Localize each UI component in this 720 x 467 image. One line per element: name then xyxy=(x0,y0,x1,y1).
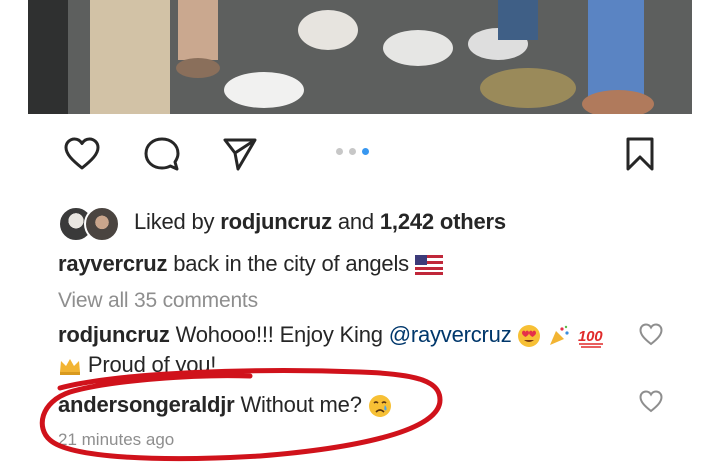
likes-joiner: and xyxy=(337,209,374,234)
comment-rodjuncruz-line2: Proud of you! xyxy=(58,352,216,378)
view-all-comments-link[interactable]: View all 35 comments xyxy=(58,289,258,313)
like-button[interactable] xyxy=(56,128,108,180)
caption-text: back in the city of angels xyxy=(173,251,409,276)
bookmark-icon xyxy=(626,137,654,171)
svg-text:100: 100 xyxy=(578,328,603,345)
photo-content xyxy=(28,0,692,114)
liker-username[interactable]: rodjuncruz xyxy=(220,209,332,234)
paper-plane-icon xyxy=(223,138,257,171)
likes-row: Liked by rodjuncruz and 1,242 others xyxy=(58,202,506,242)
mention-link[interactable]: @rayvercruz xyxy=(389,322,512,347)
liker-avatars[interactable] xyxy=(58,202,128,242)
post-actions xyxy=(0,128,720,184)
comment-button[interactable] xyxy=(136,128,188,180)
comment-rodjuncruz: rodjuncruz Wohooo!!! Enjoy King @rayverc… xyxy=(58,322,607,348)
comment-andersongeraldjr: andersongeraldjr Without me? xyxy=(58,392,392,418)
crying-face-icon xyxy=(368,395,391,418)
hundred-points-icon: 100 xyxy=(578,328,604,348)
comment-text: Wohooo!!! Enjoy King xyxy=(175,322,383,347)
crown-icon xyxy=(60,359,80,376)
comment-username[interactable]: andersongeraldjr xyxy=(58,392,235,417)
heart-eyes-icon xyxy=(518,325,541,348)
avatar xyxy=(84,206,120,242)
carousel-indicator xyxy=(336,148,369,155)
comment-timestamp: 21 minutes ago xyxy=(58,430,175,449)
comment-like-heart-icon[interactable] xyxy=(638,322,664,348)
likes-count[interactable]: 1,242 others xyxy=(380,209,506,234)
comment-bubble-icon xyxy=(144,137,180,171)
comment-text: Without me? xyxy=(240,392,362,417)
comment-like-heart-icon[interactable] xyxy=(638,389,664,415)
heart-icon xyxy=(64,137,100,170)
likes-text: Liked by rodjuncruz and 1,242 others xyxy=(134,209,506,235)
carousel-dot xyxy=(336,148,343,155)
caption: rayvercruz back in the city of angels xyxy=(58,251,443,277)
likes-prefix: Liked by xyxy=(134,209,215,234)
save-button[interactable] xyxy=(614,128,666,180)
comment-text-continued: Proud of you! xyxy=(87,352,217,377)
carousel-dot xyxy=(349,148,356,155)
caption-username[interactable]: rayvercruz xyxy=(58,251,168,276)
us-flag-icon xyxy=(414,255,443,276)
comment-username[interactable]: rodjuncruz xyxy=(58,322,170,347)
party-popper-icon xyxy=(550,325,569,346)
post-photo[interactable] xyxy=(28,0,692,114)
carousel-dot-active xyxy=(362,148,369,155)
share-button[interactable] xyxy=(214,128,266,180)
